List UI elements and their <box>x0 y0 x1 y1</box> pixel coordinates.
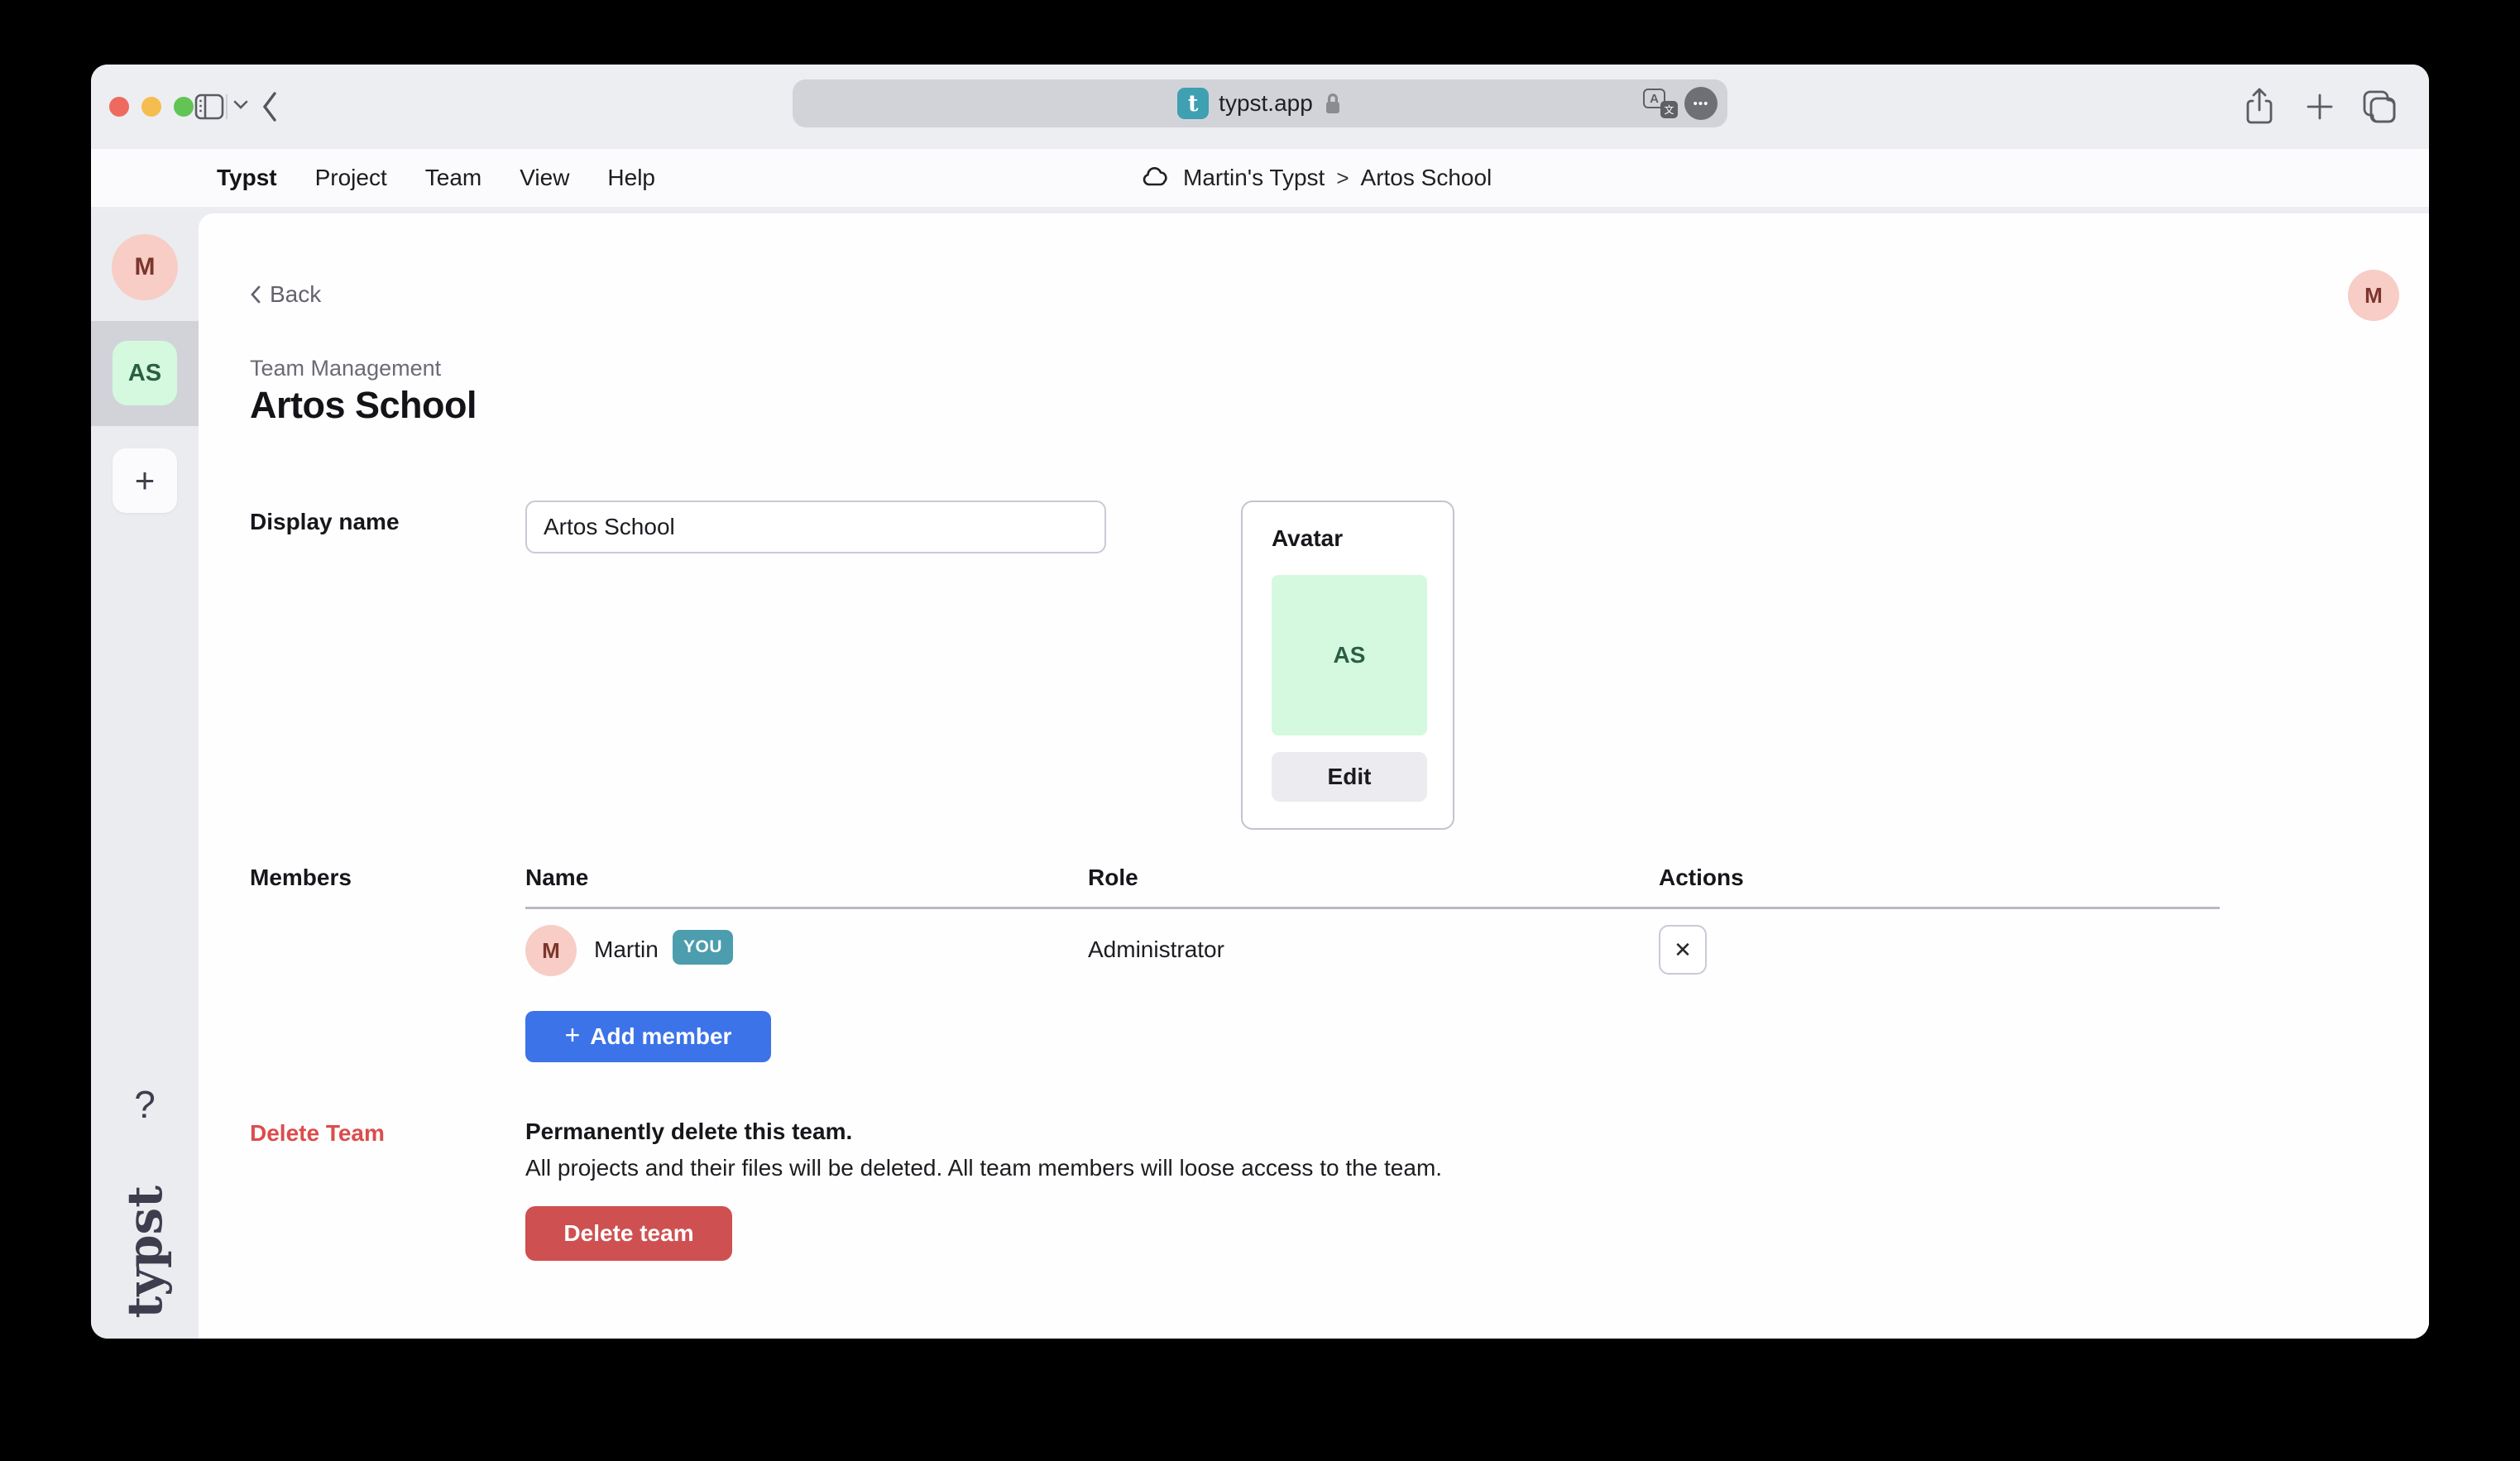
menu-team[interactable]: Team <box>425 165 481 191</box>
user-avatar[interactable]: M <box>2348 270 2399 321</box>
edit-avatar-button[interactable]: Edit <box>1272 752 1427 802</box>
menu-typst[interactable]: Typst <box>217 165 277 191</box>
page-more-icon[interactable]: ••• <box>1684 87 1718 120</box>
member-avatar: M <box>525 925 577 976</box>
typst-logo-text: typst <box>117 1186 173 1319</box>
breadcrumb-separator: > <box>1336 165 1349 191</box>
members-label: Members <box>250 865 352 891</box>
sidebar-add-team-button[interactable]: + <box>113 448 177 513</box>
translate-icon[interactable]: A 文 <box>1643 87 1678 120</box>
site-favicon: t <box>1177 88 1209 119</box>
workspace-sidebar: M AS + ? typst <box>91 213 199 1339</box>
member-name: Martin <box>594 936 659 963</box>
section-eyebrow: Team Management <box>250 356 441 381</box>
url-bar-right: A 文 ••• <box>1643 79 1718 127</box>
sidebar-user-avatar[interactable]: M <box>112 234 178 300</box>
share-icon[interactable] <box>2244 87 2275 127</box>
back-link-label: Back <box>270 281 321 308</box>
delete-team-heading: Permanently delete this team. <box>525 1119 852 1145</box>
lock-icon <box>1323 91 1343 116</box>
avatar-card: Avatar AS Edit <box>1241 501 1454 830</box>
display-name-label: Display name <box>250 509 400 535</box>
app-body: M AS + ? typst Back M Team Management Ar… <box>91 213 2429 1339</box>
breadcrumb: Martin's Typst > Artos School <box>1142 149 1492 207</box>
zoom-window-button[interactable] <box>174 97 194 117</box>
breadcrumb-current[interactable]: Artos School <box>1361 165 1492 191</box>
window-controls <box>109 97 194 117</box>
menu-view[interactable]: View <box>520 165 569 191</box>
page-title: Artos School <box>250 384 477 427</box>
column-header-actions: Actions <box>1659 865 1744 891</box>
close-window-button[interactable] <box>109 97 129 117</box>
breadcrumb-root[interactable]: Martin's Typst <box>1183 165 1325 191</box>
close-icon: ✕ <box>1674 937 1692 963</box>
app-nav-bar: Typst Project Team View Help Martin's Ty… <box>91 149 2429 213</box>
toolbar-divider <box>226 94 228 119</box>
url-center: t typst.app <box>1177 88 1343 119</box>
display-name-input[interactable] <box>525 501 1106 553</box>
table-header-divider <box>525 907 2220 909</box>
you-badge: YOU <box>673 930 733 965</box>
menu-help[interactable]: Help <box>607 165 655 191</box>
typst-logo: typst <box>91 1177 199 1326</box>
add-member-label: Add member <box>590 1023 731 1050</box>
app-menus: Typst Project Team View Help <box>217 149 655 207</box>
minimize-window-button[interactable] <box>141 97 161 117</box>
column-header-name: Name <box>525 865 588 891</box>
new-tab-icon[interactable] <box>2305 92 2335 122</box>
help-button[interactable]: ? <box>91 1082 199 1127</box>
column-header-role: Role <box>1088 865 1138 891</box>
cloud-icon <box>1142 167 1171 189</box>
delete-team-button[interactable]: Delete team <box>525 1206 732 1261</box>
sidebar-toggle-icon[interactable] <box>194 92 225 122</box>
remove-member-button[interactable]: ✕ <box>1659 925 1707 975</box>
delete-team-description: All projects and their files will be del… <box>525 1155 1442 1181</box>
back-link[interactable]: Back <box>250 281 321 308</box>
translate-zh-glyph: 文 <box>1660 101 1678 118</box>
browser-toolbar: t typst.app A 文 ••• <box>91 65 2429 149</box>
main-panel: Back M Team Management Artos School Disp… <box>199 213 2429 1339</box>
sidebar-team-avatar[interactable]: AS <box>113 341 177 405</box>
avatar-card-title: Avatar <box>1272 525 1343 552</box>
menu-project[interactable]: Project <box>315 165 387 191</box>
browser-window: t typst.app A 文 ••• <box>91 65 2429 1339</box>
plus-icon: + <box>565 1020 581 1051</box>
chevron-down-icon[interactable] <box>233 100 248 110</box>
member-role: Administrator <box>1088 936 1224 963</box>
browser-back-icon[interactable] <box>260 89 280 124</box>
url-text: typst.app <box>1219 90 1313 117</box>
url-bar[interactable]: t typst.app A 文 ••• <box>793 79 1727 127</box>
tab-overview-icon[interactable] <box>2361 89 2398 125</box>
add-member-button[interactable]: + Add member <box>525 1011 771 1062</box>
team-avatar-preview: AS <box>1272 575 1427 735</box>
delete-team-label: Delete Team <box>250 1120 385 1147</box>
